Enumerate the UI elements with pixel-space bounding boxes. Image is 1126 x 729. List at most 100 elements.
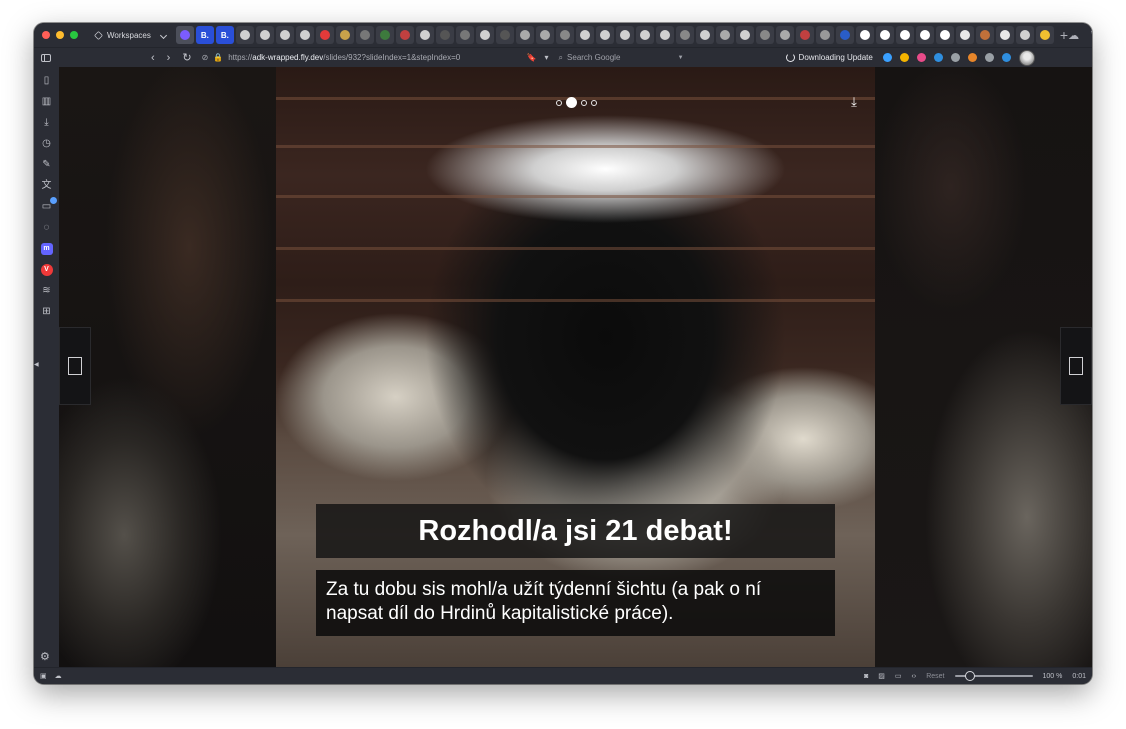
zoom-reset-button[interactable]: Reset bbox=[926, 673, 944, 680]
browser-tab[interactable] bbox=[535, 26, 554, 44]
translate-icon[interactable]: 文 bbox=[41, 180, 53, 192]
sidebar-collapse-arrow-icon[interactable]: ◀ bbox=[34, 361, 39, 368]
cloud-icon[interactable]: ☁ bbox=[55, 672, 62, 680]
browser-tab[interactable] bbox=[775, 26, 794, 44]
browser-tab[interactable] bbox=[995, 26, 1014, 44]
browser-tab[interactable] bbox=[1035, 26, 1054, 44]
browser-tab[interactable] bbox=[415, 26, 434, 44]
browser-tab[interactable] bbox=[455, 26, 474, 44]
next-slide-button[interactable] bbox=[1060, 327, 1092, 405]
browser-tab[interactable] bbox=[375, 26, 394, 44]
history-icon[interactable]: ◷ bbox=[41, 138, 53, 150]
tracker-blocker-icon[interactable]: ⊘ bbox=[202, 53, 209, 62]
browser-tab[interactable] bbox=[635, 26, 654, 44]
extension-icon[interactable] bbox=[950, 53, 960, 62]
cloud-sync-icon[interactable]: ☁ bbox=[1068, 29, 1079, 42]
add-panel-icon[interactable]: ⊞ bbox=[41, 306, 53, 318]
workspaces-button[interactable]: Workspaces bbox=[94, 31, 170, 40]
extension-icon[interactable] bbox=[916, 53, 926, 62]
tile-icon[interactable]: ▭ bbox=[895, 672, 902, 680]
downloads-icon[interactable]: ⤓ bbox=[41, 117, 53, 129]
browser-tab[interactable] bbox=[655, 26, 674, 44]
browser-tab[interactable] bbox=[435, 26, 454, 44]
browser-tab[interactable] bbox=[755, 26, 774, 44]
capture-icon[interactable]: ◙ bbox=[864, 673, 868, 680]
browser-tab[interactable] bbox=[715, 26, 734, 44]
browser-tab[interactable] bbox=[675, 26, 694, 44]
browser-tab[interactable] bbox=[795, 26, 814, 44]
extension-icon[interactable] bbox=[899, 53, 909, 62]
chat-icon[interactable]: ◌ bbox=[41, 222, 53, 234]
back-button[interactable]: ‹ bbox=[151, 52, 155, 64]
download-status[interactable]: Downloading Update bbox=[785, 53, 873, 62]
minimize-window-button[interactable] bbox=[56, 31, 64, 39]
bookmarks-icon[interactable]: ▯ bbox=[41, 75, 53, 87]
step-dot[interactable] bbox=[556, 99, 562, 106]
browser-tab[interactable] bbox=[735, 26, 754, 44]
browser-tab[interactable] bbox=[315, 26, 334, 44]
url-field[interactable]: ⊘ 🔒 https://adk-wrapped.fly.dev/slides/9… bbox=[202, 53, 527, 62]
zoom-window-button[interactable] bbox=[70, 31, 78, 39]
step-dot[interactable] bbox=[591, 99, 597, 106]
panel-toggle-icon[interactable]: ▣ bbox=[40, 672, 47, 680]
download-icon[interactable]: ⤓ bbox=[847, 95, 861, 109]
browser-tab[interactable] bbox=[855, 26, 874, 44]
browser-tab[interactable] bbox=[915, 26, 934, 44]
reading-list-icon[interactable]: ▥ bbox=[41, 96, 53, 108]
extension-icon[interactable] bbox=[967, 53, 977, 62]
browser-tab[interactable] bbox=[935, 26, 954, 44]
browser-tab[interactable] bbox=[835, 26, 854, 44]
extension-icon[interactable] bbox=[933, 53, 943, 62]
lock-icon[interactable]: 🔒 bbox=[213, 53, 223, 62]
browser-tab[interactable] bbox=[495, 26, 514, 44]
bookmark-icon[interactable]: 🔖 bbox=[527, 53, 537, 62]
forward-button[interactable]: › bbox=[167, 52, 171, 64]
step-dot[interactable] bbox=[581, 99, 587, 106]
browser-tab[interactable] bbox=[335, 26, 354, 44]
browser-tab[interactable] bbox=[355, 26, 374, 44]
image-icon[interactable]: ▨ bbox=[878, 672, 885, 680]
zoom-slider[interactable] bbox=[954, 671, 1033, 681]
browser-tab[interactable] bbox=[575, 26, 594, 44]
code-icon[interactable]: ‹› bbox=[912, 673, 917, 680]
browser-tab[interactable] bbox=[955, 26, 974, 44]
browser-tab[interactable] bbox=[695, 26, 714, 44]
previous-slide-button[interactable] bbox=[59, 327, 91, 405]
reload-button[interactable]: ↻ bbox=[182, 51, 191, 64]
browser-tab[interactable] bbox=[515, 26, 534, 44]
browser-tab[interactable] bbox=[815, 26, 834, 44]
browser-tab[interactable] bbox=[235, 26, 254, 44]
window-panel-icon[interactable]: ▭ bbox=[41, 197, 57, 213]
notes-icon[interactable]: ✎ bbox=[41, 159, 53, 171]
browser-tab[interactable] bbox=[1015, 26, 1034, 44]
browser-tab[interactable] bbox=[275, 26, 294, 44]
extension-icon[interactable] bbox=[984, 53, 994, 62]
step-dot[interactable] bbox=[566, 97, 577, 108]
new-tab-button[interactable]: + bbox=[1060, 28, 1068, 42]
browser-tab[interactable] bbox=[595, 26, 614, 44]
browser-tab[interactable] bbox=[255, 26, 274, 44]
chevron-down-icon[interactable]: ▾ bbox=[545, 53, 549, 62]
trash-icon[interactable]: 🗑 bbox=[1089, 29, 1092, 42]
browser-tab[interactable] bbox=[175, 26, 194, 44]
browser-tab[interactable] bbox=[295, 26, 314, 44]
close-window-button[interactable] bbox=[42, 31, 50, 39]
settings-gear-icon[interactable]: ⚙ bbox=[40, 650, 50, 663]
extension-icon[interactable] bbox=[1001, 53, 1011, 62]
browser-tab[interactable] bbox=[975, 26, 994, 44]
browser-tab[interactable] bbox=[615, 26, 634, 44]
browser-tab[interactable] bbox=[875, 26, 894, 44]
extension-icon[interactable] bbox=[882, 53, 892, 62]
mastodon-icon[interactable]: m bbox=[40, 243, 53, 255]
browser-tab[interactable] bbox=[895, 26, 914, 44]
profile-avatar[interactable] bbox=[1018, 49, 1035, 66]
browser-tab[interactable] bbox=[555, 26, 574, 44]
browser-tab[interactable] bbox=[395, 26, 414, 44]
search-field[interactable]: ⌕ Search Google ▼ bbox=[559, 51, 684, 65]
browser-tab[interactable]: B. bbox=[215, 26, 234, 44]
browser-tab[interactable] bbox=[475, 26, 494, 44]
vivaldi-icon[interactable]: V bbox=[40, 264, 53, 276]
panel-toggle-icon[interactable] bbox=[41, 53, 51, 62]
search-engine-dropdown-icon[interactable]: ▼ bbox=[678, 55, 684, 61]
web-panel-icon[interactable]: ≋ bbox=[41, 285, 53, 297]
